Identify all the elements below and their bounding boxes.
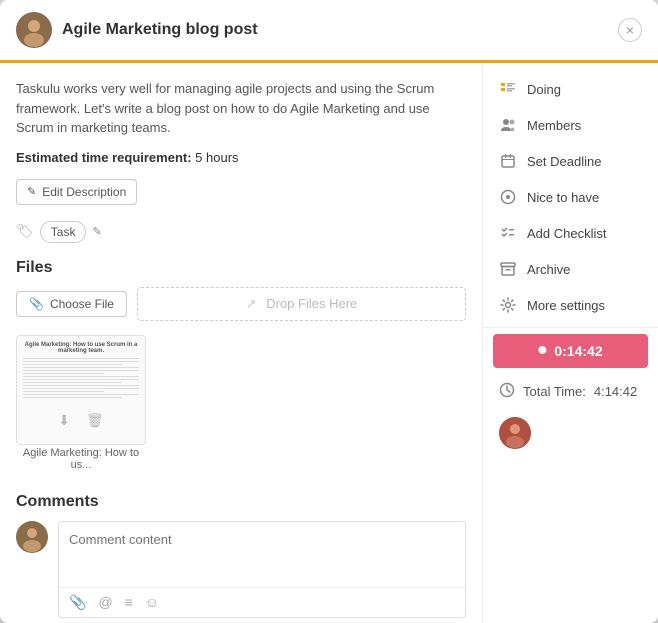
comment-user-avatar [16,521,48,553]
delete-icon[interactable]: 🗑 [86,412,104,429]
file-icon-actions: ⬇ 🗑 [17,406,145,435]
doc-line [23,379,139,381]
doc-line [23,361,139,363]
tag-icon: 🏷 [16,223,34,240]
sidebar-nice-label: Nice to have [527,190,599,205]
sidebar-item-nice-to-have[interactable]: Nice to have [483,179,658,215]
sidebar-checklist-label: Add Checklist [527,226,606,241]
timer-button[interactable]: ⏺ 0:14:42 [493,334,648,368]
comment-input-row: 📎 @ ≡ ☺ [16,521,466,618]
edit-icon: ✎ [27,185,36,198]
sidebar-item-more-settings[interactable]: More settings [483,287,658,323]
nice-to-have-icon [499,188,517,206]
sidebar-item-checklist[interactable]: Add Checklist [483,215,658,251]
comments-section: Comments 📎 @ ≡ [16,493,466,623]
format-icon[interactable]: ≡ [125,594,133,610]
sidebar-divider [483,327,658,328]
task-tag[interactable]: Task [40,221,87,243]
sidebar-user-avatar[interactable] [499,417,531,449]
files-section: Files 📎 Choose File ↗ Drop Files Here [16,259,466,473]
doc-line [23,367,139,369]
comment-textarea[interactable] [59,522,465,582]
sidebar-more-settings-label: More settings [527,298,605,313]
sidebar-deadline-label: Set Deadline [527,154,601,169]
estimated-label: Estimated time requirement: [16,150,192,165]
modal-body: Taskulu works very well for managing agi… [0,63,658,623]
doc-line [23,388,139,390]
comment-toolbar: 📎 @ ≡ ☺ [59,587,465,617]
doc-preview-title: Agile Marketing: How to use Scrum in a m… [23,342,139,354]
sidebar-avatar-row [483,409,658,457]
tag-edit-icon[interactable]: ✎ [92,225,101,238]
main-content: Taskulu works very well for managing agi… [0,63,483,623]
header-avatar-img [16,12,52,48]
emoji-icon[interactable]: ☺ [145,594,159,610]
sidebar: Doing Members Set Deadline [483,63,658,623]
choose-file-button[interactable]: 📎 Choose File [16,291,127,317]
comment-avatar-img [16,521,48,553]
estimated-value: 5 hours [195,150,238,165]
doc-line [23,394,139,396]
edit-desc-label: Edit Description [42,185,126,199]
doc-line [23,391,104,393]
doc-line [23,364,122,366]
total-time-value: 4:14:42 [594,384,637,399]
estimated-time: Estimated time requirement: 5 hours [16,150,466,165]
choose-file-label: Choose File [50,297,114,311]
tag-row: 🏷 Task ✎ [16,221,466,243]
checklist-icon [499,224,517,242]
comments-title: Comments [16,493,466,511]
avatar [16,12,52,48]
file-preview-doc: Agile Marketing: How to use Scrum in a m… [17,336,145,406]
drop-zone-label: Drop Files Here [266,296,357,311]
doc-line [23,358,139,360]
modal-container: Agile Marketing blog post × Taskulu work… [0,0,658,623]
archive-icon [499,260,517,278]
deadline-icon [499,152,517,170]
modal-title: Agile Marketing blog post [62,21,618,39]
file-name: Agile Marketing: How to us... [16,447,146,471]
drop-zone[interactable]: ↗ Drop Files Here [137,287,466,321]
doc-line [23,385,139,387]
mention-icon[interactable]: @ [98,594,112,610]
doc-line [23,376,139,378]
sidebar-doing-label: Doing [527,82,561,97]
sidebar-item-archive[interactable]: Archive [483,251,658,287]
doc-line [23,370,139,372]
sidebar-item-members[interactable]: Members [483,107,658,143]
close-button[interactable]: × [618,18,642,42]
download-icon[interactable]: ⬇ [58,412,70,429]
sidebar-item-deadline[interactable]: Set Deadline [483,143,658,179]
file-actions-row: 📎 Choose File ↗ Drop Files Here [16,287,466,321]
description-text: Taskulu works very well for managing agi… [16,79,466,138]
clock-icon [499,382,515,401]
doc-line [23,373,104,375]
attach-icon[interactable]: 📎 [69,594,86,611]
file-preview: Agile Marketing: How to use Scrum in a m… [16,335,146,445]
gear-icon [499,296,517,314]
edit-description-button[interactable]: ✎ Edit Description [16,179,137,205]
file-thumbnail: Agile Marketing: How to use Scrum in a m… [16,335,146,471]
total-time-row: Total Time: 4:14:42 [483,374,658,409]
sidebar-archive-label: Archive [527,262,570,277]
record-icon: ⏺ [538,342,546,360]
tag-label: Task [51,225,76,239]
members-icon [499,116,517,134]
timer-value: 0:14:42 [554,343,602,359]
sidebar-item-doing[interactable]: Doing [483,71,658,107]
cursor-icon: ↗ [246,296,257,311]
modal-header: Agile Marketing blog post × [0,0,658,63]
comment-input-wrapper: 📎 @ ≡ ☺ [58,521,466,618]
sidebar-avatar-img [499,417,531,449]
doc-line [23,397,122,399]
sidebar-members-label: Members [527,118,581,133]
doc-line [23,382,122,384]
list-icon [499,80,517,98]
files-title: Files [16,259,466,277]
paperclip-icon: 📎 [29,297,44,311]
total-time-label: Total Time: [523,384,586,399]
